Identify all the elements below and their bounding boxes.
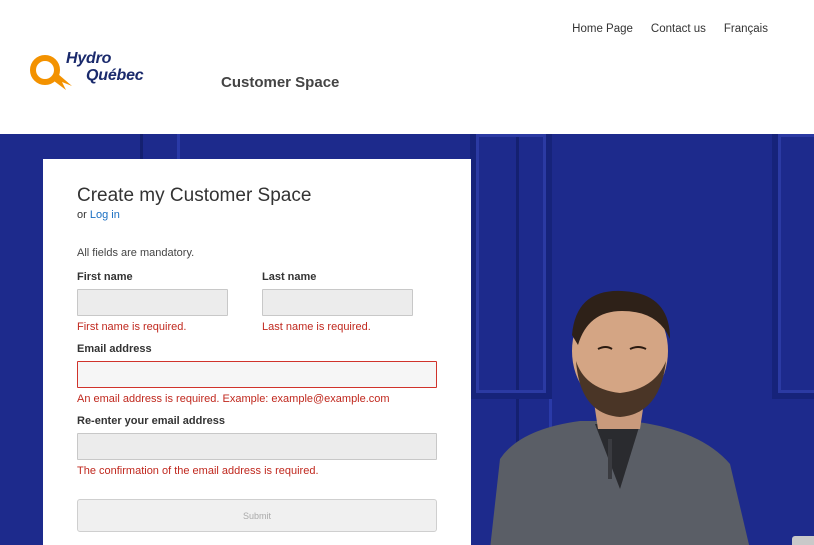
signup-form-card: Create my Customer Space or Log in All f… xyxy=(43,159,471,545)
last-name-group: Last name Last name is required. xyxy=(262,271,413,333)
first-name-error: First name is required. xyxy=(77,321,187,333)
first-name-label: First name xyxy=(77,271,133,283)
name-row: First name First name is required. Last … xyxy=(77,271,437,333)
email-confirm-label: Re-enter your email address xyxy=(77,415,225,427)
hydro-quebec-logo[interactable]: Hydro Québec xyxy=(28,50,158,94)
first-name-group: First name First name is required. xyxy=(77,271,228,333)
mandatory-note: All fields are mandatory. xyxy=(77,247,195,259)
form-title: Create my Customer Space xyxy=(77,185,312,206)
nav-language-link[interactable]: Français xyxy=(724,23,768,35)
email-confirm-group: Re-enter your email address The confirma… xyxy=(77,415,437,477)
submit-button[interactable]: Submit xyxy=(77,499,437,532)
email-group: Email address An email address is requir… xyxy=(77,343,437,405)
login-link[interactable]: Log in xyxy=(90,209,120,221)
last-name-label: Last name xyxy=(262,271,317,283)
nav-home-link[interactable]: Home Page xyxy=(572,23,633,35)
laptop-edge xyxy=(792,536,814,545)
page-title: Customer Space xyxy=(221,74,340,91)
wall-frame-right xyxy=(772,134,814,399)
email-input[interactable] xyxy=(77,361,437,388)
email-error: An email address is required. Example: e… xyxy=(77,393,390,405)
or-text: or xyxy=(77,209,87,221)
email-confirm-input[interactable] xyxy=(77,433,437,460)
nav-contact-link[interactable]: Contact us xyxy=(651,23,706,35)
logo-wordmark: Hydro Québec xyxy=(66,50,144,84)
first-name-input[interactable] xyxy=(77,289,228,316)
last-name-error: Last name is required. xyxy=(262,321,371,333)
person-photo xyxy=(490,290,750,545)
email-label: Email address xyxy=(77,343,152,355)
login-line: or Log in xyxy=(77,209,437,221)
logo-line-1: Hydro xyxy=(66,50,112,67)
logo-line-2: Québec xyxy=(86,67,144,84)
site-header: Home Page Contact us Français Hydro Québ… xyxy=(0,0,814,134)
top-nav: Home Page Contact us Français xyxy=(572,23,768,35)
email-confirm-error: The confirmation of the email address is… xyxy=(77,465,319,477)
last-name-input[interactable] xyxy=(262,289,413,316)
